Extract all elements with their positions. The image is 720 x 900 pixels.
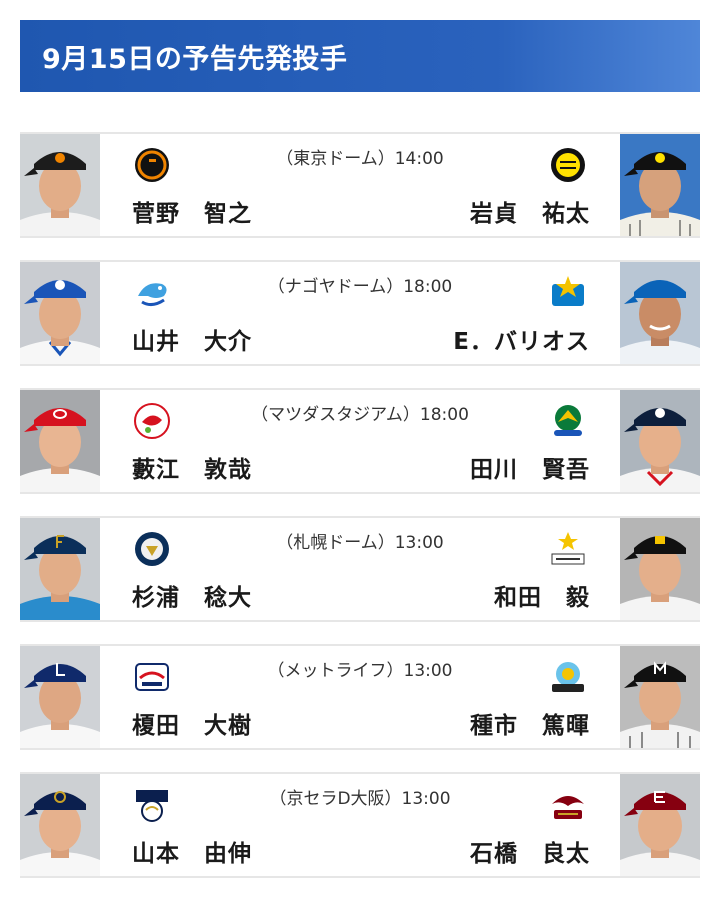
matchup-list: （東京ドーム）14:00 菅野 智之 岩貞 祐太 （ナゴヤドーム）18:00 山… (20, 132, 700, 900)
matchup-card[interactable]: （マツダスタジアム）18:00 藪江 敦哉 田川 賢吾 (20, 388, 700, 494)
home-pitcher-name[interactable]: 榎田 大樹 (132, 706, 252, 740)
home-pitcher-photo (20, 134, 100, 236)
page-header: 9月15日の予告先発投手 (20, 20, 700, 92)
home-pitcher-name[interactable]: 杉浦 稔大 (132, 578, 252, 612)
home-pitcher-photo (20, 774, 100, 876)
venue-time: （マツダスタジアム）18:00 (251, 405, 469, 425)
hawks-logo-icon (548, 530, 588, 568)
away-pitcher-name[interactable]: E．バリオス (453, 322, 590, 356)
home-pitcher-name[interactable]: 山井 大介 (132, 322, 252, 356)
away-pitcher-name[interactable]: 種市 篤暉 (470, 706, 590, 740)
swallows-logo-icon (548, 402, 588, 440)
venue-time: （東京ドーム）14:00 (276, 149, 444, 169)
eagles-logo-icon (548, 786, 588, 824)
matchup-card[interactable]: （東京ドーム）14:00 菅野 智之 岩貞 祐太 (20, 132, 700, 238)
away-pitcher-photo (620, 646, 700, 748)
home-pitcher-name[interactable]: 菅野 智之 (132, 194, 252, 228)
home-pitcher-photo (20, 646, 100, 748)
matchup-card[interactable]: （ナゴヤドーム）18:00 山井 大介 E．バリオス (20, 260, 700, 366)
home-pitcher-photo (20, 390, 100, 492)
away-pitcher-photo (620, 390, 700, 492)
away-pitcher-photo (620, 774, 700, 876)
away-pitcher-photo (620, 518, 700, 620)
away-pitcher-name[interactable]: 和田 毅 (494, 578, 590, 612)
matchup-card[interactable]: （札幌ドーム）13:00 杉浦 稔大 和田 毅 (20, 516, 700, 622)
venue-time: （札幌ドーム）13:00 (276, 533, 444, 553)
away-pitcher-name[interactable]: 石橋 良太 (470, 834, 590, 868)
venue-time: （ナゴヤドーム）18:00 (267, 277, 453, 297)
matchup-card[interactable]: （メットライフ）13:00 榎田 大樹 種市 篤暉 (20, 644, 700, 750)
away-pitcher-photo (620, 134, 700, 236)
venue-time: （京セラD大阪）13:00 (269, 789, 451, 809)
marines-logo-icon (548, 658, 588, 696)
baystars-logo-icon (548, 274, 588, 312)
home-pitcher-photo (20, 262, 100, 364)
home-pitcher-name[interactable]: 山本 由伸 (132, 834, 252, 868)
away-pitcher-photo (620, 262, 700, 364)
away-pitcher-name[interactable]: 田川 賢吾 (470, 450, 590, 484)
home-pitcher-photo (20, 518, 100, 620)
matchup-card[interactable]: （京セラD大阪）13:00 山本 由伸 石橋 良太 (20, 772, 700, 878)
tigers-logo-icon (548, 146, 588, 184)
home-pitcher-name[interactable]: 藪江 敦哉 (132, 450, 252, 484)
away-pitcher-name[interactable]: 岩貞 祐太 (470, 194, 590, 228)
page-title: 9月15日の予告先発投手 (42, 43, 348, 75)
venue-time: （メットライフ）13:00 (267, 661, 453, 681)
